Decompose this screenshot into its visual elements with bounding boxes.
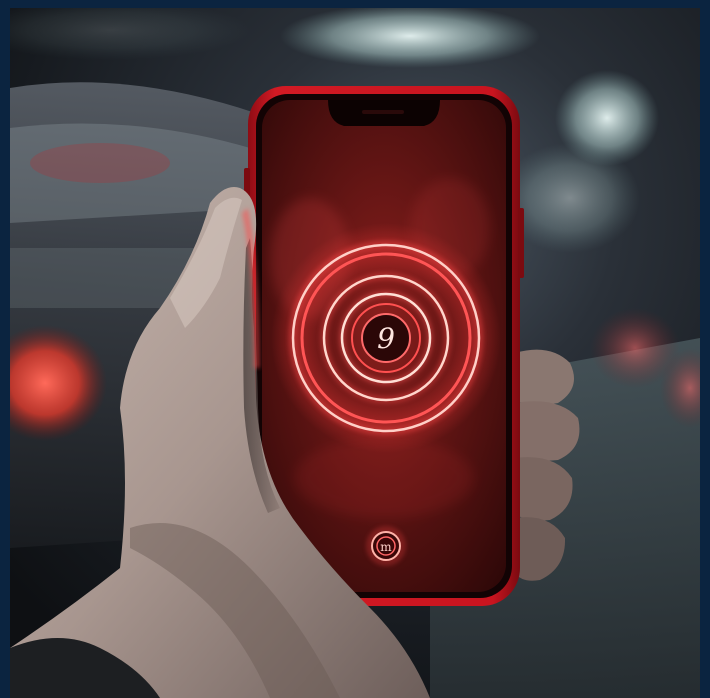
bottom-call-button[interactable]: m: [366, 526, 406, 566]
image-frame: 9 m: [0, 0, 710, 698]
phone-side-button: [518, 208, 524, 278]
phone-in-hand: 9 m: [10, 86, 580, 698]
finger: [515, 517, 566, 581]
finger: [515, 349, 574, 405]
ring-glyph: 9: [377, 322, 395, 355]
button-glyph: m: [380, 540, 392, 554]
photo: 9 m: [10, 8, 700, 698]
finger: [515, 401, 580, 461]
finger: [515, 457, 573, 521]
neon-ring-icon: 9: [271, 223, 501, 453]
